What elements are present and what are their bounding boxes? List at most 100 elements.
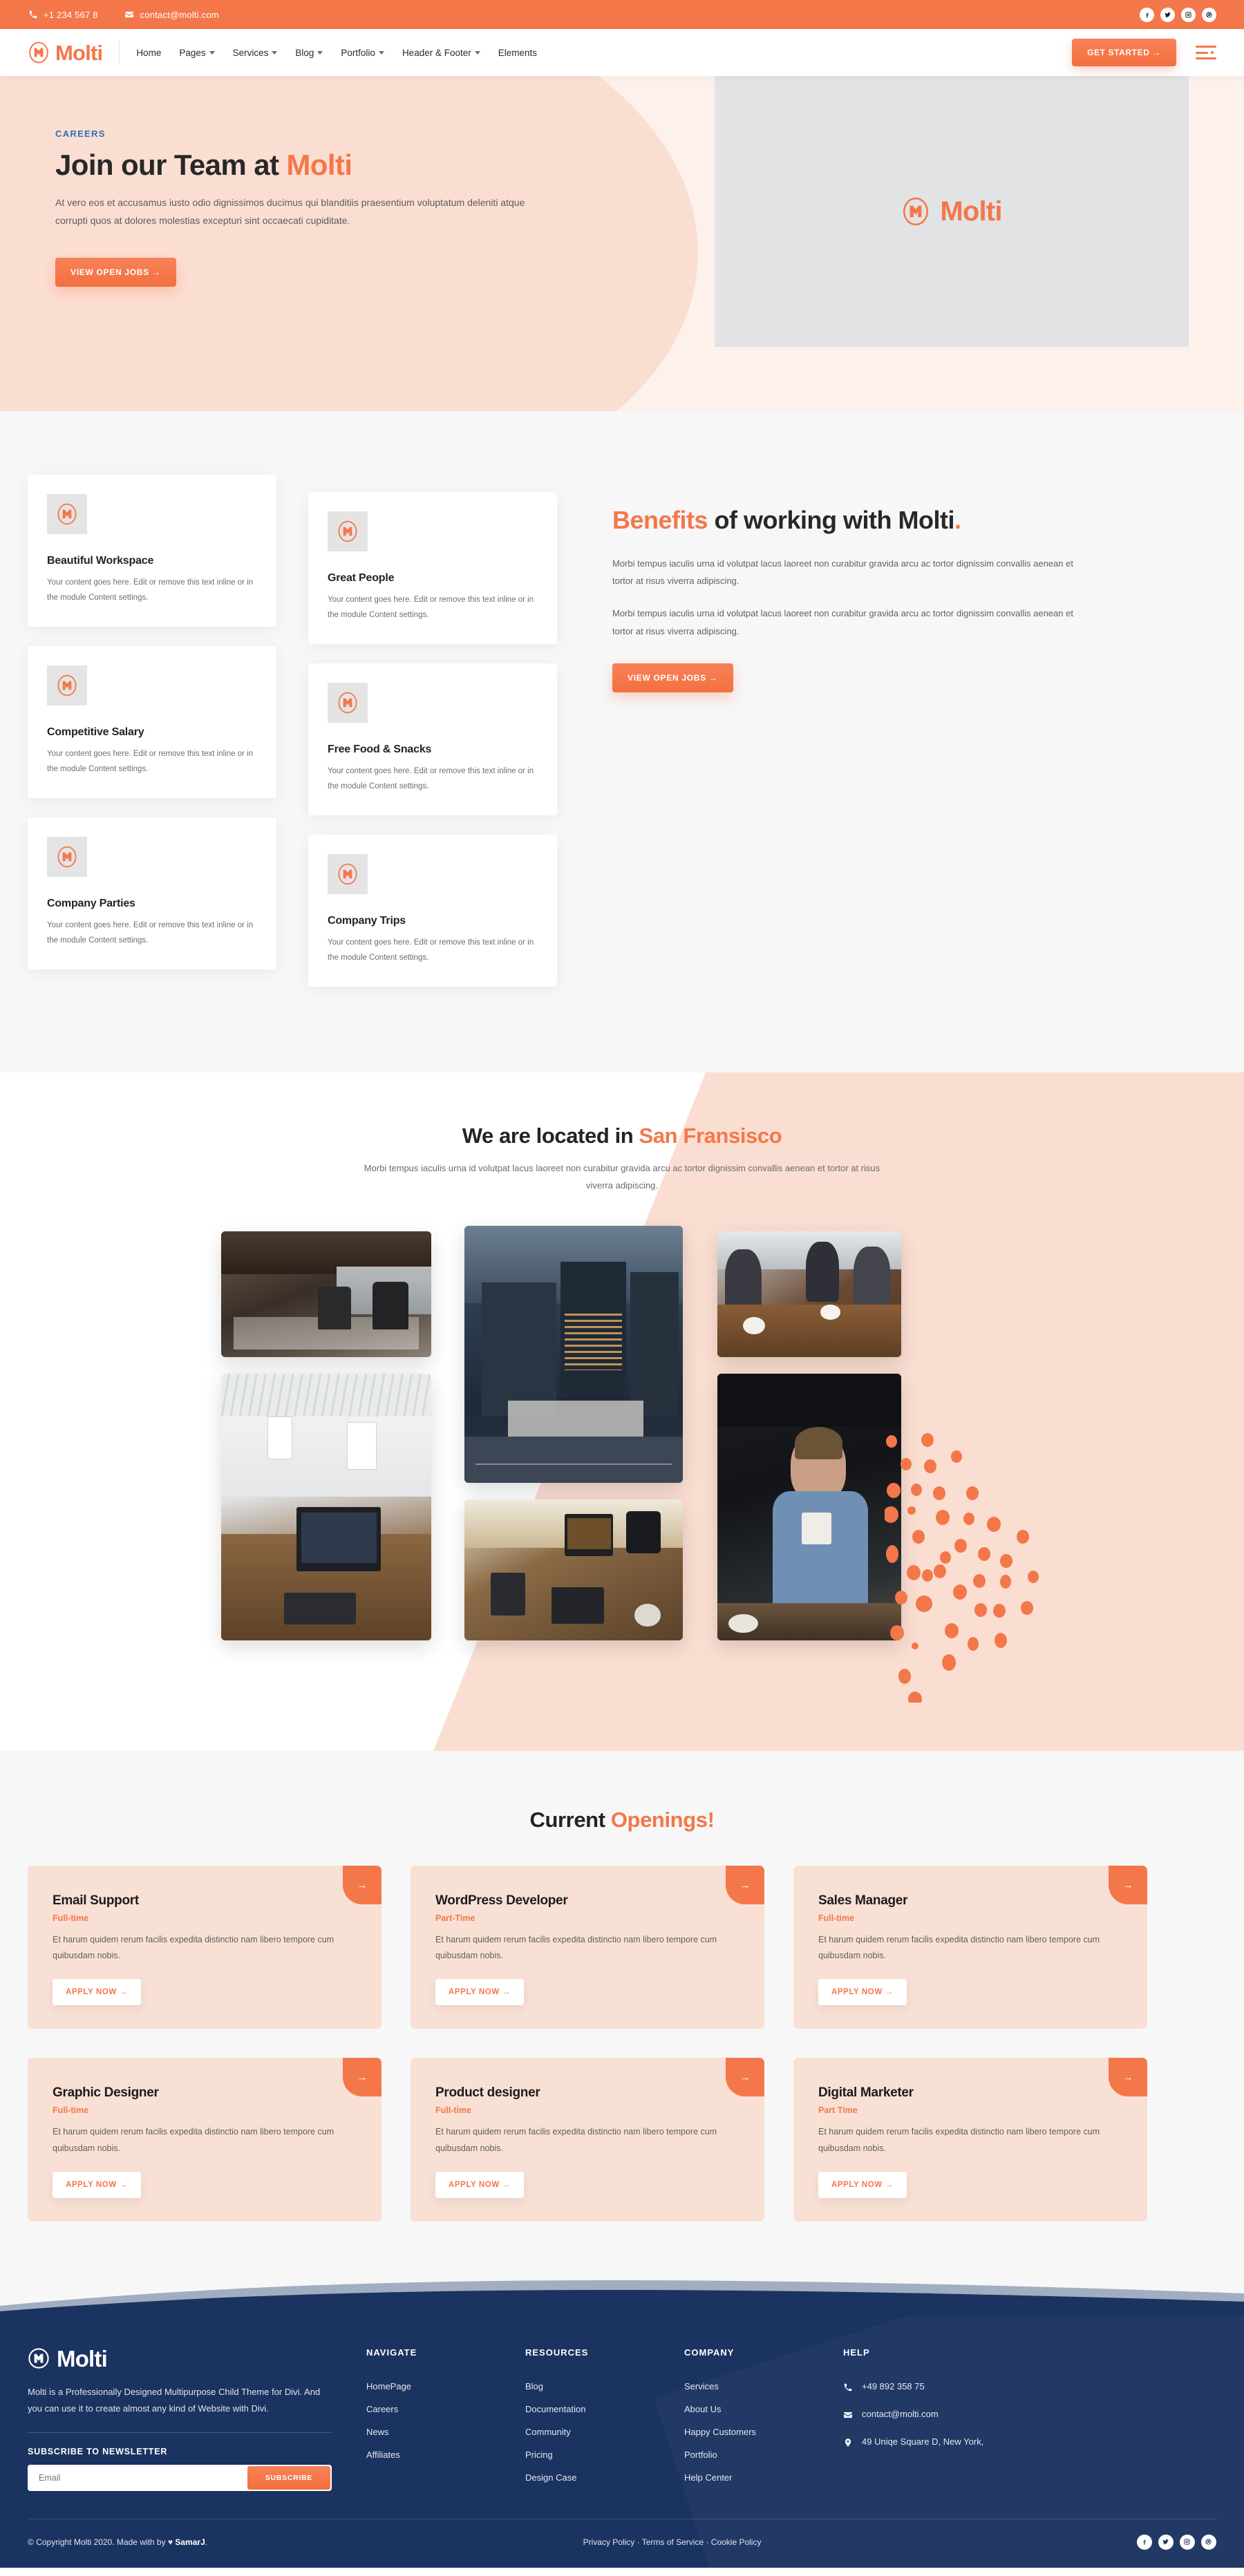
job-title: Email Support xyxy=(53,1893,139,1909)
apply-now-button[interactable]: APPLY NOW → xyxy=(435,1979,524,2006)
job-title: Digital Marketer xyxy=(818,2085,914,2101)
topbar-phone[interactable]: +1 234 567 8 xyxy=(28,10,98,20)
twitter-icon[interactable] xyxy=(1158,2534,1174,2550)
footer-address-text: 49 Uniqe Square D, New York, xyxy=(862,2436,984,2447)
footer-link[interactable]: HomePage xyxy=(366,2381,525,2392)
gallery-image-city-office-building-dusk xyxy=(464,1226,683,1484)
benefits-paragraph-2: Morbi tempus iaculis urna id volutpat la… xyxy=(612,608,1073,636)
nav-item-label: Elements xyxy=(498,47,538,58)
benefit-card[interactable]: Free Food & Snacks Your content goes her… xyxy=(308,663,557,815)
molti-circle-m-logo xyxy=(328,853,368,894)
hero-image-logo-text: Molti xyxy=(940,196,1002,227)
nav-divider xyxy=(119,41,120,64)
nav-item-pages[interactable]: Pages xyxy=(179,48,215,58)
openings-section: Current Openings! → Email Support Full-t… xyxy=(0,1751,1244,2275)
footer-link[interactable]: Design Case xyxy=(525,2472,684,2483)
job-card[interactable]: → Graphic Designer Full-time Et harum qu… xyxy=(28,2058,381,2222)
topbar-email[interactable]: contact@molti.com xyxy=(124,10,219,20)
job-card[interactable]: → Digital Marketer Part Time Et harum qu… xyxy=(793,2058,1147,2222)
twitter-icon[interactable] xyxy=(1160,7,1175,22)
arrow-right-icon[interactable]: → xyxy=(726,2058,764,2097)
benefit-card[interactable]: Company Trips Your content goes here. Ed… xyxy=(308,834,557,987)
arrow-right-icon[interactable]: → xyxy=(1109,2058,1147,2097)
apply-now-button[interactable]: APPLY NOW → xyxy=(53,2171,141,2198)
footer-link[interactable]: Happy Customers xyxy=(684,2427,843,2437)
footer-logo[interactable]: Molti xyxy=(28,2347,325,2370)
benefit-card[interactable]: Beautiful Workspace Your content goes he… xyxy=(28,475,276,627)
job-description: Et harum quidem rerum facilis expedita d… xyxy=(53,2127,334,2153)
apply-now-button[interactable]: APPLY NOW → xyxy=(435,2171,524,2198)
footer-contact-email[interactable]: contact@molti.com xyxy=(843,2409,1023,2420)
molti-circle-m-logo xyxy=(328,511,368,551)
dribbble-icon[interactable] xyxy=(1202,7,1216,22)
hamburger-menu-icon[interactable] xyxy=(1196,46,1216,59)
footer-link[interactable]: Blog xyxy=(525,2381,684,2392)
benefit-card-title: Free Food & Snacks xyxy=(328,743,432,755)
apply-now-button[interactable]: APPLY NOW → xyxy=(818,1979,907,2006)
footer-link[interactable]: Portfolio xyxy=(684,2450,843,2460)
footer-link[interactable]: Documentation xyxy=(525,2404,684,2414)
mail-icon xyxy=(844,2412,852,2418)
job-card[interactable]: → Sales Manager Full-time Et harum quide… xyxy=(793,1866,1147,2029)
footer-column-heading: COMPANY xyxy=(684,2347,735,2358)
footer-contact-address[interactable]: 49 Uniqe Square D, New York, xyxy=(843,2436,1023,2447)
job-card[interactable]: → Email Support Full-time Et harum quide… xyxy=(28,1866,381,2029)
arrow-right-icon[interactable]: → xyxy=(1109,1866,1147,1905)
footer-link[interactable]: About Us xyxy=(684,2404,843,2414)
chevron-down-icon xyxy=(474,50,480,55)
arrow-right-icon[interactable]: → xyxy=(343,1866,381,1905)
job-type-badge: Full-time xyxy=(818,1913,855,1924)
job-description: Et harum quidem rerum facilis expedita d… xyxy=(435,1935,717,1961)
footer-link[interactable]: Pricing xyxy=(525,2450,684,2460)
benefit-card[interactable]: Great People Your content goes here. Edi… xyxy=(308,492,557,644)
nav-item-elements[interactable]: Elements xyxy=(498,48,537,58)
openings-title-accent: Openings! xyxy=(610,1808,715,1832)
footer-description: Molti is a Professionally Designed Multi… xyxy=(28,2386,321,2414)
nav-item-home[interactable]: Home xyxy=(136,48,161,58)
nav-item-blog[interactable]: Blog xyxy=(295,48,323,58)
footer-link[interactable]: Community xyxy=(525,2427,684,2437)
arrow-right-icon[interactable]: → xyxy=(343,2058,381,2097)
topbar-email-text: contact@molti.com xyxy=(140,9,219,20)
legal-links[interactable]: Privacy Policy · Terms of Service · Cook… xyxy=(583,2537,762,2547)
copyright-author[interactable]: SamarJ xyxy=(175,2537,205,2547)
view-open-jobs-button[interactable]: VIEW OPEN JOBS → xyxy=(55,258,176,287)
footer-link[interactable]: Services xyxy=(684,2381,843,2392)
topbar-phone-text: +1 234 567 8 xyxy=(44,9,98,20)
location-title-accent: San Fransisco xyxy=(639,1123,782,1148)
footer-link[interactable]: Careers xyxy=(366,2404,525,2414)
footer-link[interactable]: Affiliates xyxy=(366,2450,525,2460)
molti-circle-m-logo xyxy=(47,836,87,877)
arrow-right-icon[interactable]: → xyxy=(726,1866,764,1905)
main-navbar: Molti Home Pages Services Blog Portfolio… xyxy=(0,29,1244,76)
page-root: +1 234 567 8 contact@molti.com Molti Hom… xyxy=(0,0,1244,2568)
newsletter-email-input[interactable] xyxy=(28,2464,246,2491)
footer-link[interactable]: News xyxy=(366,2427,525,2437)
nav-item-portfolio[interactable]: Portfolio xyxy=(341,48,384,58)
hero-image: Molti xyxy=(715,76,1189,347)
nav-menu: Home Pages Services Blog Portfolio Heade… xyxy=(136,48,537,58)
hero-paragraph: At vero eos et accusamus iusto odio dign… xyxy=(55,197,525,227)
apply-now-button[interactable]: APPLY NOW → xyxy=(53,1979,141,2006)
apply-now-button[interactable]: APPLY NOW → xyxy=(818,2171,907,2198)
facebook-icon[interactable] xyxy=(1140,7,1154,22)
subscribe-button[interactable]: SUBSCRIBE xyxy=(247,2465,330,2490)
footer-contact-phone[interactable]: +49 892 358 75 xyxy=(843,2381,1023,2392)
job-type-badge: Part-Time xyxy=(435,1913,475,1924)
site-logo-text: Molti xyxy=(55,40,103,65)
nav-item-label: Portfolio xyxy=(341,47,375,58)
nav-item-header-footer[interactable]: Header & Footer xyxy=(402,48,480,58)
benefit-card[interactable]: Competitive Salary Your content goes her… xyxy=(28,645,276,798)
benefit-card[interactable]: Company Parties Your content goes here. … xyxy=(28,817,276,969)
job-card[interactable]: → Product designer Full-time Et harum qu… xyxy=(411,2058,764,2222)
instagram-icon[interactable] xyxy=(1181,7,1196,22)
job-card[interactable]: → WordPress Developer Part-Time Et harum… xyxy=(411,1866,764,2029)
footer-link[interactable]: Help Center xyxy=(684,2472,843,2483)
nav-item-services[interactable]: Services xyxy=(233,48,278,58)
instagram-icon[interactable] xyxy=(1179,2534,1195,2550)
facebook-icon[interactable] xyxy=(1136,2534,1152,2550)
benefits-view-open-jobs-button[interactable]: VIEW OPEN JOBS → xyxy=(612,663,733,692)
get-started-button[interactable]: GET STARTED → xyxy=(1072,39,1176,66)
dribbble-icon[interactable] xyxy=(1200,2534,1216,2550)
site-logo[interactable]: Molti xyxy=(28,40,103,65)
